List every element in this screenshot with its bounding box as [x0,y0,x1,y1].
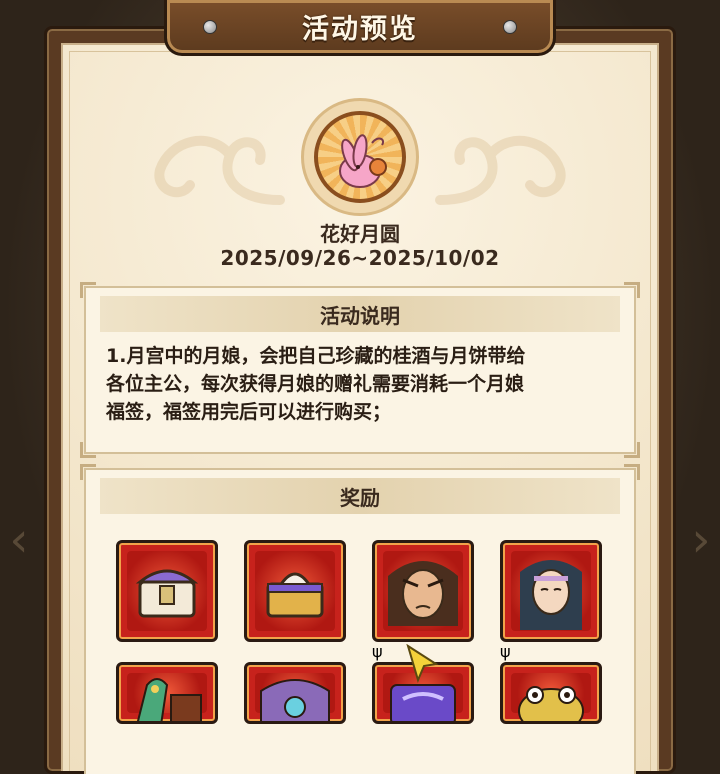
golden-toad-icon [518,686,584,721]
trident-badge-icon: ψ [500,642,511,661]
dragon-statue-icon [136,678,202,721]
reward-item[interactable] [500,662,602,724]
description-heading: 活动说明 [100,296,620,332]
reward-grid-row2 [116,662,602,724]
pointer-cursor-icon [406,644,439,683]
cloud-ornament-icon [435,135,566,205]
event-date-range: 2025/09/26~2025/10/02 [220,246,500,270]
event-name: 花好月圆 [320,222,400,246]
reward-item[interactable] [116,662,218,724]
description-section: 活动说明 1.月宫中的月娘，会把自己珍藏的桂酒与月饼带给 各位主公，每次获得月娘… [80,282,640,458]
reward-grid: ψ ψ [116,540,602,661]
hero-portrait-scholar-icon [520,560,582,630]
rivet-icon [503,20,517,34]
hero-portrait-warrior-icon [388,561,458,626]
next-arrow-icon[interactable]: › [686,500,716,580]
rivet-icon [203,20,217,34]
reward-item[interactable] [244,662,346,724]
prev-arrow-icon[interactable]: ‹ [4,500,34,580]
title-plate: 活动预览 [164,0,556,56]
white-chest-icon [135,569,199,618]
reward-item[interactable] [500,540,602,642]
cloud-ornament-icon [154,135,285,205]
moon-rabbit-icon [339,134,387,188]
rewards-section: 奖励 ψ ψ [80,464,640,774]
lotus-shrine-icon [260,679,330,721]
reward-item[interactable] [116,540,218,642]
description-text: 1.月宫中的月娘，会把自己珍藏的桂酒与月饼带给 各位主公，每次获得月娘的赠礼需要… [106,345,526,423]
event-emblem [301,98,419,216]
gold-chest-icon [266,572,324,618]
window-title: 活动预览 [302,14,418,45]
reward-item[interactable] [372,540,474,642]
reward-item[interactable] [244,540,346,642]
rewards-heading: 奖励 [100,478,620,514]
